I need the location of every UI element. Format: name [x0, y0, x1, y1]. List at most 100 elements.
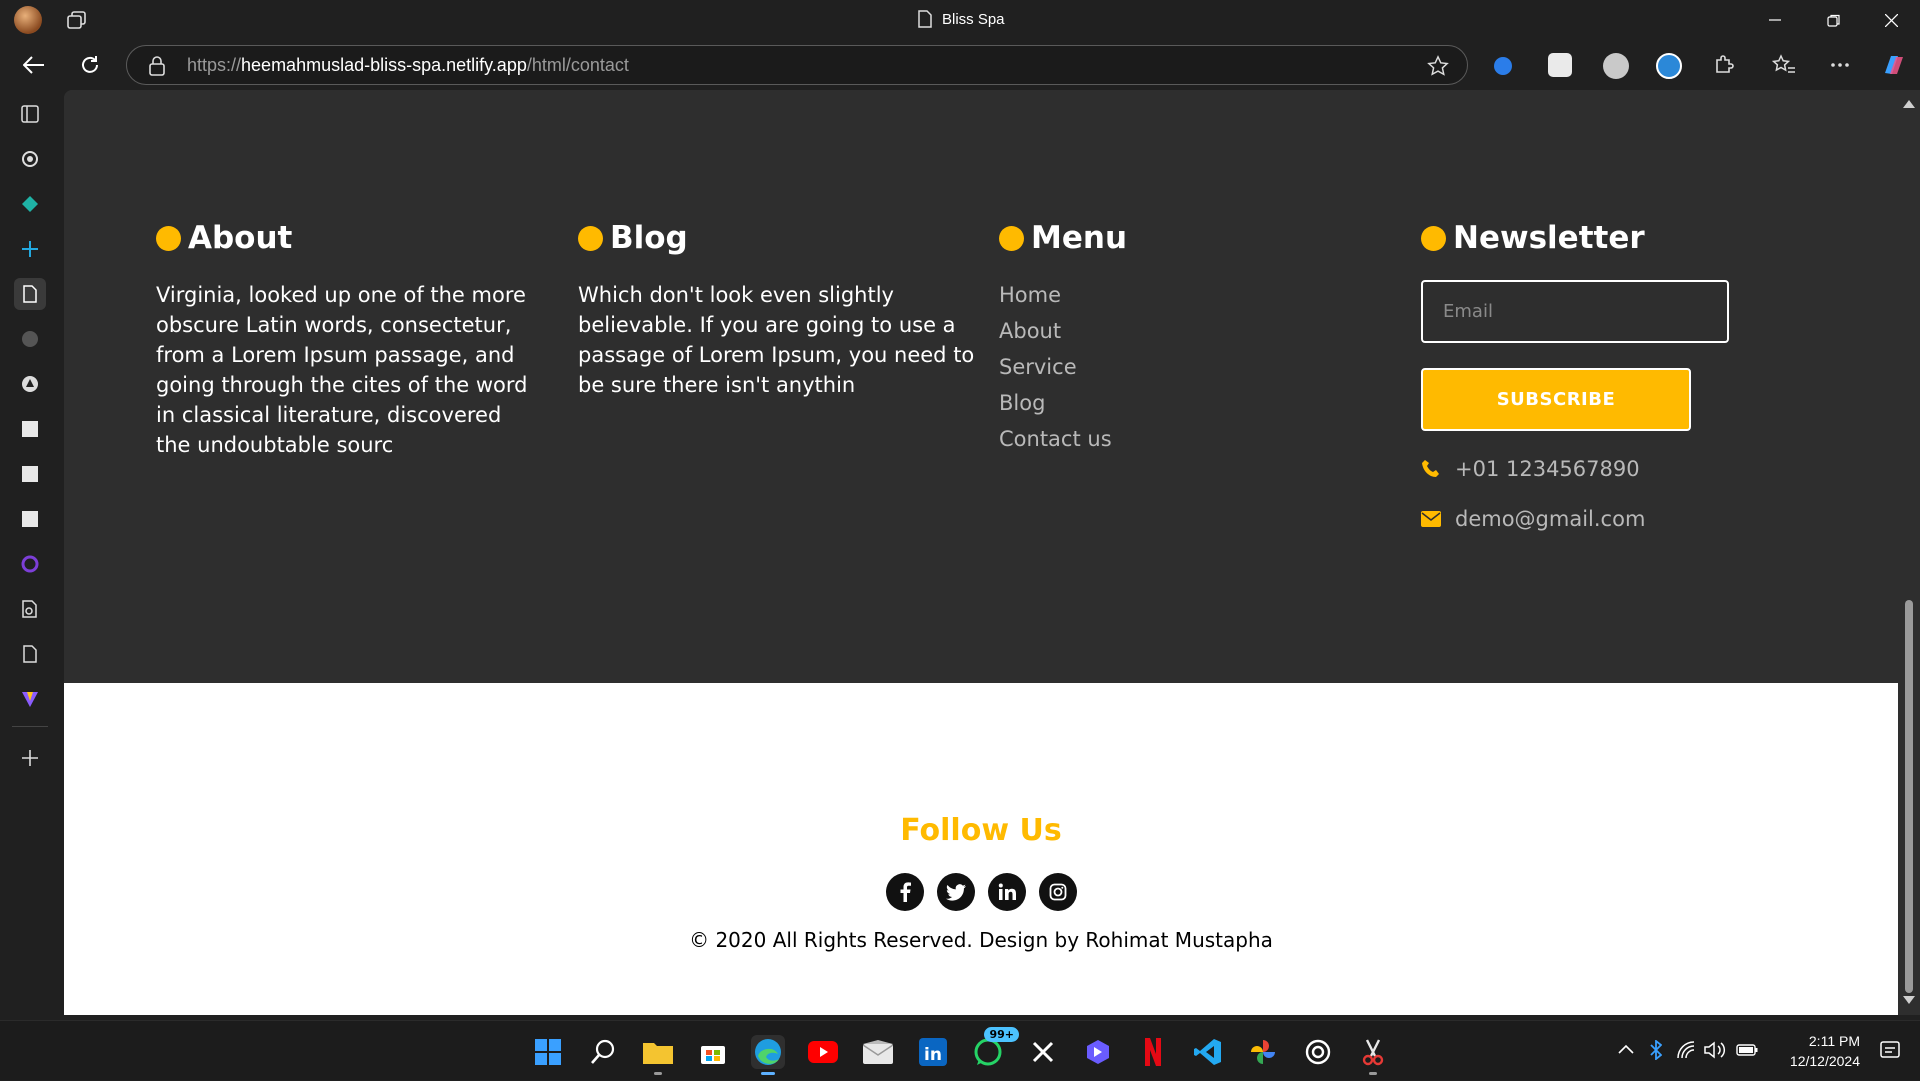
workspaces-icon[interactable] [66, 10, 88, 30]
taskbar-chatgpt[interactable] [1301, 1035, 1335, 1069]
menu-link-blog[interactable]: Blog [999, 388, 1359, 424]
back-button[interactable] [20, 51, 48, 79]
twitter-link[interactable] [937, 873, 975, 911]
chevron-up-icon[interactable] [1618, 1044, 1634, 1054]
blog-heading-text: Blog [610, 220, 688, 256]
sidebar-tab-vite[interactable] [14, 683, 46, 715]
scroll-up-arrow-icon[interactable] [1903, 100, 1915, 108]
sidebar-tab-diamond[interactable] [14, 188, 46, 220]
sidebar-tab-doc-1[interactable] [14, 413, 46, 445]
refresh-icon [82, 56, 98, 73]
menu-link-about[interactable]: About [999, 316, 1359, 352]
menu-link-service[interactable]: Service [999, 352, 1359, 388]
email-address: demo@gmail.com [1455, 507, 1646, 531]
address-bar[interactable]: https://heemahmuslad-bliss-spa.netlify.a… [126, 45, 1468, 85]
blog-heading: Blog [578, 218, 978, 258]
edge-icon [755, 1039, 781, 1065]
tab-actions-icon [21, 105, 39, 123]
sidebar-tab-doc-gear[interactable] [14, 593, 46, 625]
extension-mask-icon[interactable] [1603, 53, 1629, 79]
phone-number: +01 1234567890 [1455, 457, 1640, 481]
restore-button[interactable] [1804, 0, 1862, 40]
x-logo-icon [1032, 1041, 1054, 1063]
favorite-star-icon[interactable] [1427, 55, 1449, 77]
linkedin-link[interactable] [988, 873, 1026, 911]
search-icon [591, 1039, 615, 1064]
bullet-dot-icon [578, 225, 603, 251]
extension-edit-icon[interactable] [1548, 53, 1572, 77]
bullet-dot-icon [999, 225, 1024, 251]
taskbar-linkedin[interactable]: in [916, 1035, 950, 1069]
taskbar-clock[interactable]: 2:11 PM 12/12/2024 [1790, 1031, 1860, 1071]
sidebar-tab-doc-3[interactable] [14, 503, 46, 535]
taskbar-mail[interactable] [861, 1035, 895, 1069]
profile-avatar[interactable] [14, 6, 42, 34]
menu-heading-text: Menu [1031, 220, 1128, 256]
bluetooth-icon[interactable] [1650, 1040, 1662, 1060]
blog-text: Which don't look even slightly believabl… [578, 283, 975, 397]
battery-icon[interactable] [1736, 1044, 1758, 1056]
page-scrollbar[interactable] [1898, 90, 1920, 1015]
subscribe-button[interactable]: SUBSCRIBE [1421, 368, 1691, 431]
refresh-button[interactable] [76, 51, 104, 79]
close-button[interactable] [1862, 0, 1920, 40]
extension-blue-dot-icon[interactable] [1494, 57, 1512, 75]
taskbar-vscode[interactable] [1191, 1035, 1225, 1069]
clock-date: 12/12/2024 [1789, 1053, 1860, 1069]
url-text[interactable]: https://heemahmuslad-bliss-spa.netlify.a… [187, 55, 629, 76]
sidebar-tab-doc-2[interactable] [14, 458, 46, 490]
taskbar-edge[interactable] [751, 1035, 785, 1075]
sidebar-divider [12, 726, 48, 727]
url-host: heemahmuslad-bliss-spa.netlify.app [241, 55, 527, 75]
sidebar-tab-page[interactable] [14, 638, 46, 670]
volume-icon[interactable] [1704, 1041, 1726, 1059]
extension-fj-icon[interactable] [1656, 53, 1682, 79]
start-button[interactable] [531, 1035, 565, 1069]
menu-link-home[interactable]: Home [999, 280, 1359, 316]
netflix-icon [1145, 1038, 1161, 1066]
sidebar-tab-current-page[interactable] [14, 278, 46, 310]
sidebar-tab-purple[interactable] [14, 548, 46, 580]
sidebar-tab-triangle[interactable] [14, 368, 46, 400]
page-viewport: About Virginia, looked up one of the mor… [64, 90, 1898, 1015]
sidebar-tab-gray[interactable] [14, 323, 46, 355]
more-menu-button[interactable] [1826, 51, 1854, 79]
about-text: Virginia, looked up one of the more obsc… [156, 283, 528, 457]
about-column: About Virginia, looked up one of the mor… [156, 218, 536, 460]
taskbar-netflix[interactable] [1136, 1035, 1170, 1069]
sidebar-tab-sparkle[interactable] [14, 233, 46, 265]
instagram-link[interactable] [1039, 873, 1077, 911]
taskbar-photos[interactable] [1246, 1035, 1280, 1069]
facebook-icon [900, 882, 911, 902]
taskbar-snipping[interactable] [1356, 1035, 1390, 1075]
favorites-button[interactable] [1770, 51, 1798, 79]
taskbar-x[interactable] [1026, 1035, 1060, 1069]
menu-link-contact[interactable]: Contact us [999, 424, 1359, 460]
taskbar-file-explorer[interactable] [641, 1035, 675, 1075]
wifi-icon[interactable] [1676, 1041, 1696, 1059]
notification-badge: 99+ [984, 1027, 1019, 1042]
sidebar-add-button[interactable] [14, 742, 46, 774]
about-heading: About [156, 218, 536, 258]
about-heading-text: About [188, 220, 293, 256]
taskbar-whatsapp[interactable]: 99+ [971, 1027, 1019, 1069]
taskbar-copilot[interactable] [1081, 1035, 1115, 1069]
notifications-icon[interactable] [1880, 1041, 1900, 1061]
minimize-button[interactable] [1746, 0, 1804, 40]
scroll-down-arrow-icon[interactable] [1903, 996, 1915, 1004]
sidebar-tab-actions[interactable] [14, 98, 46, 130]
facebook-link[interactable] [886, 873, 924, 911]
navigation-bar: https://heemahmuslad-bliss-spa.netlify.a… [0, 40, 1920, 90]
copilot-icon [1885, 56, 1903, 74]
taskbar-search[interactable] [586, 1035, 620, 1069]
taskbar-store[interactable] [696, 1035, 730, 1069]
taskbar-youtube[interactable] [806, 1035, 840, 1069]
lock-icon[interactable] [149, 56, 165, 76]
newsletter-email-input[interactable] [1421, 280, 1729, 343]
store-bag-icon [701, 1046, 725, 1064]
extensions-button[interactable] [1710, 51, 1738, 79]
scrollbar-thumb[interactable] [1905, 600, 1913, 993]
sidebar-tab-chatgpt[interactable] [14, 143, 46, 175]
copilot-button[interactable] [1880, 51, 1908, 79]
footer-info-section: About Virginia, looked up one of the mor… [64, 90, 1898, 683]
